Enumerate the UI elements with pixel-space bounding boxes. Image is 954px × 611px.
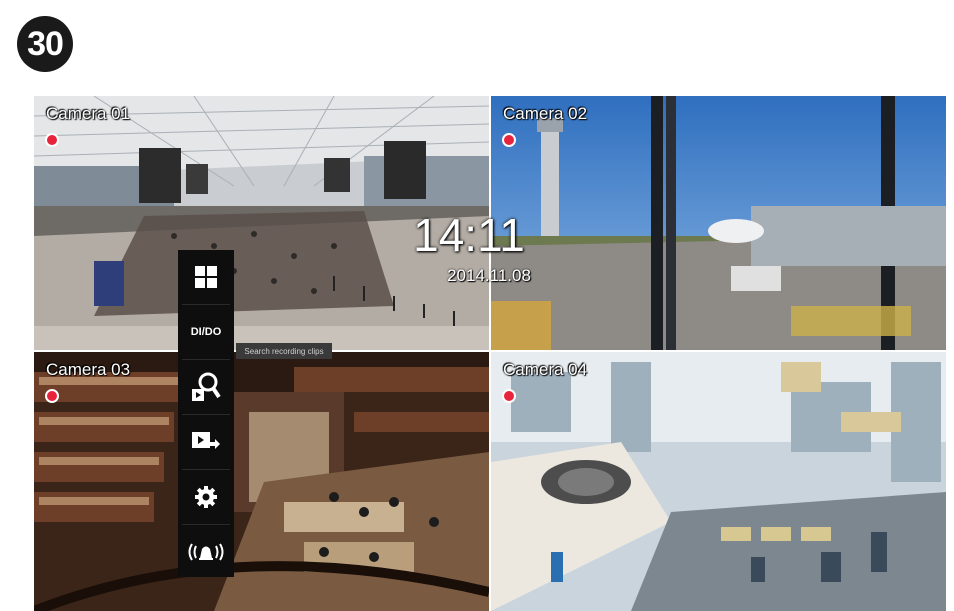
layout-grid-icon xyxy=(194,265,218,289)
export-clip-button[interactable] xyxy=(178,415,234,469)
camera-2-label: Camera 02 xyxy=(503,104,588,123)
dido-button[interactable]: DI/DO xyxy=(178,305,234,359)
layout-button[interactable] xyxy=(178,250,234,304)
alarm-bell-icon xyxy=(188,543,224,561)
settings-button[interactable] xyxy=(178,470,234,524)
dido-label: DI/DO xyxy=(190,326,222,338)
camera-4-label: Camera 04 xyxy=(503,360,588,379)
search-recording-tooltip: Search recording clips xyxy=(236,343,332,359)
camera-tile-4[interactable]: Camera 04 xyxy=(491,352,946,611)
camera-tile-3[interactable]: Camera 03 xyxy=(34,352,489,611)
alarm-button[interactable] xyxy=(178,525,234,579)
search-recording-button[interactable] xyxy=(178,360,234,414)
camera-3-recording-indicator xyxy=(45,389,59,403)
gear-icon xyxy=(195,486,217,508)
export-clip-icon xyxy=(192,432,220,449)
camera-1-label: Camera 01 xyxy=(46,104,131,123)
camera-grid: Camera 01 Camera 02 Camera 03 Camera 04 xyxy=(34,96,946,611)
camera-2-recording-indicator xyxy=(502,133,516,147)
step-number-badge: 30 xyxy=(17,16,73,72)
search-playback-icon xyxy=(192,372,221,401)
camera-3-label: Camera 03 xyxy=(46,360,131,379)
camera-3-feed xyxy=(34,352,489,611)
camera-4-feed xyxy=(491,352,946,611)
camera-1-recording-indicator xyxy=(45,133,59,147)
camera-2-feed xyxy=(491,96,946,350)
date-display: 2014.11.08 xyxy=(447,266,531,285)
time-display: 14:11 xyxy=(413,209,525,261)
side-toolbar: DI/DO xyxy=(178,250,234,577)
camera-4-recording-indicator xyxy=(502,389,516,403)
camera-tile-2[interactable]: Camera 02 xyxy=(491,96,946,350)
